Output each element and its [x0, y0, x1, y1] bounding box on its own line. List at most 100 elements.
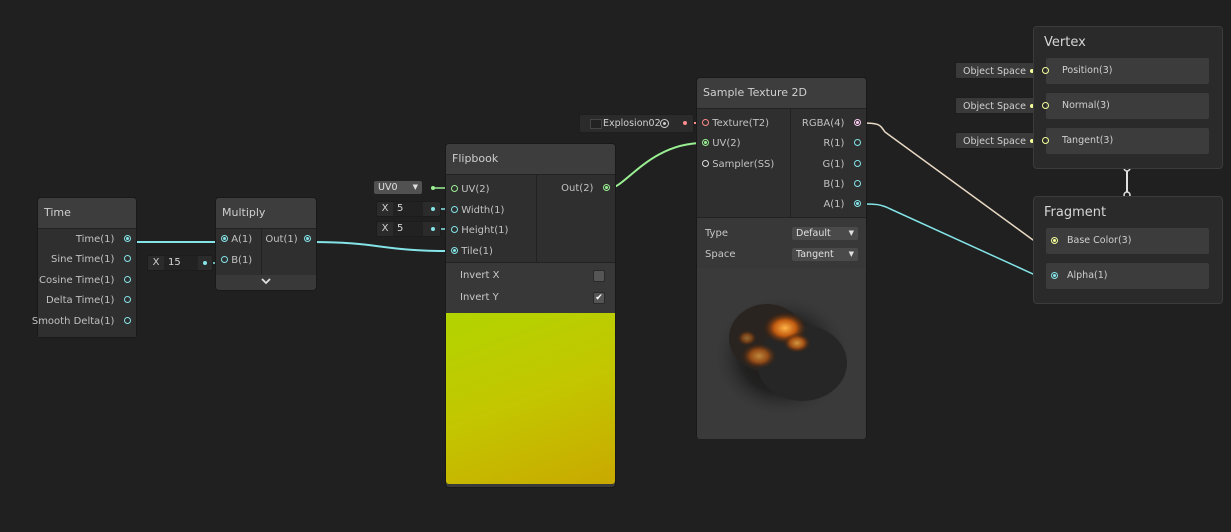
fragment-context-title: Fragment	[1044, 205, 1107, 220]
port-dot[interactable]	[603, 183, 610, 191]
normal-space-chip[interactable]: Object Space	[955, 97, 1040, 114]
uv-channel-dropdown[interactable]: UV0 ▼	[374, 181, 422, 194]
time-node[interactable]: Time Time(1) Sine Time(1) Cosine Time(1)…	[32, 198, 136, 337]
sample-texture-node-title: Sample Texture 2D	[697, 78, 866, 109]
vertex-context[interactable]: Vertex Position(3) Normal(3) Tangent(3)	[1033, 26, 1223, 169]
texture-preview	[697, 268, 866, 439]
sine-time-output-port[interactable]: Sine Time(1)	[51, 253, 131, 267]
port-dot[interactable]	[702, 159, 709, 167]
port-dot[interactable]	[1051, 272, 1058, 279]
multiply-b-input-port[interactable]: B(1)	[221, 254, 252, 268]
flipbook-settings: Invert X Invert Y ✔	[446, 262, 615, 313]
field-connector-dot	[431, 207, 435, 211]
wire-flipbook-to-uv[interactable]	[609, 142, 704, 189]
port-dot[interactable]	[124, 275, 131, 283]
multiply-node-title: Multiply	[216, 198, 316, 229]
port-dot[interactable]	[124, 295, 131, 303]
expand-button[interactable]	[216, 275, 316, 289]
port-dot[interactable]	[1042, 137, 1049, 144]
uv-input-port[interactable]: UV(2)	[702, 137, 741, 151]
port-dot[interactable]	[124, 254, 131, 262]
port-dot[interactable]	[451, 246, 458, 254]
invert-y-toggle[interactable]: Invert Y ✔	[446, 287, 615, 309]
chevron-down-icon	[261, 278, 271, 285]
flipbook-width-field[interactable]: X5	[376, 201, 441, 217]
time-node-title: Time	[38, 198, 136, 229]
flipbook-uv-input-port[interactable]: UV(2)	[451, 183, 490, 197]
port-divider	[790, 109, 791, 217]
port-dot[interactable]	[304, 234, 311, 242]
multiply-out-port[interactable]: Out(1)	[265, 233, 311, 247]
position-block[interactable]: Position(3)	[1042, 58, 1209, 84]
base-color-block[interactable]: Base Color(3)	[1046, 228, 1209, 254]
flipbook-node-ports: UV(2) Width(1) Height(1) Tile(1) Out(2)	[446, 175, 615, 262]
port-divider	[261, 229, 262, 275]
invert-x-checkbox[interactable]	[593, 270, 605, 282]
multiply-node-ports: A(1) B(1) Out(1)	[216, 229, 316, 275]
b-output-port[interactable]: B(1)	[823, 178, 861, 192]
time-output-port[interactable]: Time(1)	[76, 233, 131, 247]
tangent-block[interactable]: Tangent(3)	[1042, 128, 1209, 154]
normal-block[interactable]: Normal(3)	[1042, 93, 1209, 119]
flipbook-preview	[446, 313, 615, 484]
invert-y-checkbox[interactable]: ✔	[593, 292, 605, 304]
port-dot[interactable]	[854, 118, 861, 126]
delta-time-output-port[interactable]: Delta Time(1)	[46, 294, 131, 308]
port-dot[interactable]	[854, 159, 861, 167]
dropdown-arrow-icon: ▼	[848, 250, 854, 258]
port-dot[interactable]	[124, 234, 131, 242]
rgba-output-port[interactable]: RGBA(4)	[802, 117, 861, 131]
port-dot[interactable]	[124, 316, 131, 324]
type-dropdown[interactable]: Default ▼	[792, 227, 858, 240]
position-space-chip[interactable]: Object Space	[955, 62, 1040, 79]
flipbook-height-input-port[interactable]: Height(1)	[451, 224, 508, 238]
port-dot[interactable]	[1042, 67, 1049, 74]
sample-texture-2d-node[interactable]: Sample Texture 2D Texture(T2) UV(2) Samp…	[697, 78, 866, 439]
sample-texture-ports: Texture(T2) UV(2) Sampler(SS) RGBA(4) R(…	[697, 109, 866, 217]
invert-x-toggle[interactable]: Invert X	[446, 265, 615, 287]
port-dot[interactable]	[221, 255, 228, 263]
field-connector-dot	[431, 227, 435, 231]
port-dot[interactable]	[221, 234, 228, 242]
port-dot[interactable]	[854, 179, 861, 187]
port-dot[interactable]	[451, 225, 458, 233]
port-dot[interactable]	[854, 138, 861, 146]
port-dot[interactable]	[451, 184, 458, 192]
sampler-input-port[interactable]: Sampler(SS)	[702, 158, 774, 172]
space-dropdown[interactable]: Tangent ▼	[792, 248, 858, 261]
flipbook-height-field[interactable]: X5	[376, 221, 441, 237]
field-connector-dot	[431, 186, 435, 190]
fragment-context[interactable]: Fragment Base Color(3) Alpha(1)	[1033, 196, 1223, 304]
g-output-port[interactable]: G(1)	[823, 158, 861, 172]
r-output-port[interactable]: R(1)	[823, 137, 861, 151]
explosion-preview-image	[712, 294, 852, 418]
flipbook-node[interactable]: Flipbook UV(2) Width(1) Height(1) Tile(1…	[446, 144, 615, 487]
multiply-a-input-port[interactable]: A(1)	[221, 233, 252, 247]
cosine-time-output-port[interactable]: Cosine Time(1)	[39, 274, 131, 288]
flipbook-out-port[interactable]: Out(2)	[561, 182, 610, 196]
multiply-b-field[interactable]: X 15	[147, 255, 213, 271]
texture-asset-field[interactable]: Explosion02	[579, 114, 694, 133]
flipbook-node-title: Flipbook	[446, 144, 615, 175]
wire-alpha-to-alpha[interactable]	[861, 203, 1052, 277]
port-dot[interactable]	[702, 118, 709, 126]
dropdown-arrow-icon: ▼	[848, 229, 854, 237]
smooth-delta-output-port[interactable]: Smooth Delta(1)	[32, 315, 131, 329]
time-node-outputs: Time(1) Sine Time(1) Cosine Time(1) Delt…	[32, 229, 136, 337]
a-output-port[interactable]: A(1)	[823, 198, 861, 212]
texture-input-port[interactable]: Texture(T2)	[702, 117, 769, 131]
target-icon[interactable]	[660, 119, 669, 128]
sample-texture-settings: Type Default ▼ Space Tangent ▼	[697, 217, 866, 268]
port-dot[interactable]	[1051, 237, 1058, 244]
flipbook-width-input-port[interactable]: Width(1)	[451, 204, 504, 218]
texture-thumbnail-icon	[590, 119, 602, 129]
port-dot[interactable]	[451, 205, 458, 213]
alpha-block[interactable]: Alpha(1)	[1046, 263, 1209, 289]
multiply-node[interactable]: Multiply A(1) B(1) Out(1)	[216, 198, 316, 290]
port-dot[interactable]	[854, 199, 861, 207]
port-dot[interactable]	[702, 138, 709, 146]
wire-multiply-to-tile[interactable]	[310, 241, 452, 252]
tangent-space-chip[interactable]: Object Space	[955, 132, 1040, 149]
port-dot[interactable]	[1042, 102, 1049, 109]
flipbook-tile-input-port[interactable]: Tile(1)	[451, 245, 493, 259]
